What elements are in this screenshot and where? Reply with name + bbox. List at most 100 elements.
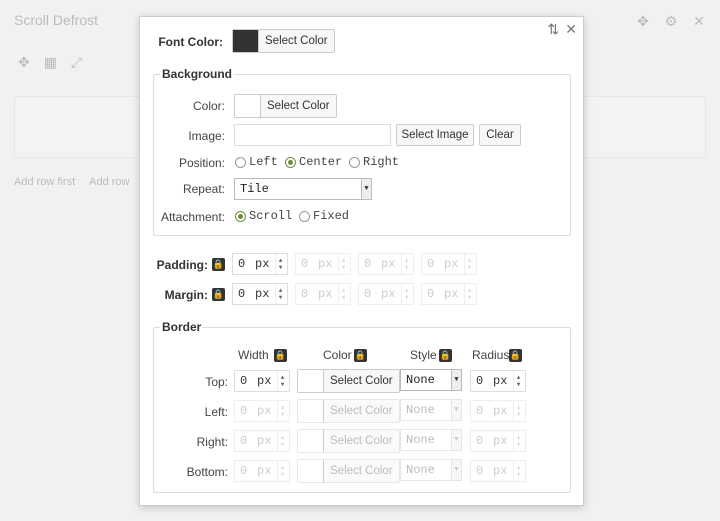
background-group: Background Color: Select Color Image: Se… [153,67,571,236]
font-color-button[interactable]: Select Color [232,29,335,53]
border-bottom-width-value: 0 [240,464,248,478]
spinner-icon[interactable]: ▲ ▼ [275,254,285,274]
spinner-icon[interactable]: ▲ ▼ [513,371,523,391]
bg-position-label: Position: [178,156,225,170]
border-width-header: Width [238,348,269,362]
font-color-swatch [233,30,259,52]
border-radius-header: Radius [472,348,510,362]
border-right-width-field: 0 px ▲ ▼ [234,430,290,452]
margin-top-field[interactable]: 0 px ▲ ▼ [232,283,288,305]
bg-color-label: Color: [192,99,225,113]
margin-bottom-field: 0 px ▲ ▼ [358,283,414,305]
border-unit: px [257,434,272,448]
expand-tool-icon: ⤢ [70,54,83,70]
margin-bottom-value: 0 [364,287,372,301]
border-right-style-value: None [406,433,435,447]
padding-top-value: 0 [238,257,246,271]
border-top-style-select[interactable]: None ▼ [400,369,462,391]
border-bottom-color-swatch [298,460,324,482]
position-center-label: Center [299,155,343,169]
spinner-icon: ▲ ▼ [464,284,474,304]
padding-label: Padding: [156,258,208,272]
dropdown-arrow-icon: ▼ [451,460,461,480]
position-right-radio[interactable]: Right [349,155,399,169]
select-image-button[interactable]: Select Image [396,124,474,146]
margin-unit: px [444,287,459,301]
dropdown-arrow-icon: ▼ [361,179,371,199]
position-center-radio[interactable]: Center [285,155,342,169]
radio-fixed-dot [299,210,310,222]
close-icon: ✕ [693,13,705,29]
position-left-radio[interactable]: Left [235,155,278,169]
bg-image-label: Image: [188,129,225,143]
padding-right-value: 0 [301,257,309,271]
padding-unit: px [381,257,396,271]
bg-attachment-label: Attachment: [160,210,225,224]
border-bottom-style-value: None [406,463,435,477]
bg-image-input[interactable] [234,124,391,146]
border-top-color-button[interactable]: Select Color [297,369,400,393]
background-toolbar: ✥ ⚙ ✕ [632,10,710,32]
background-page-title: Scroll Defrost [14,12,99,28]
margin-label: Margin: [164,288,208,302]
background-tools: ✥ ▦ ⤢ [18,54,82,71]
border-bottom-style-select: None ▼ [400,459,462,481]
border-top-width-field[interactable]: 0 px ▲ ▼ [234,370,290,392]
border-bottom-color-button: Select Color [297,459,400,483]
spinner-icon: ▲ ▼ [513,401,523,421]
padding-left-field: 0 px ▲ ▼ [421,253,477,275]
padding-lock-icon[interactable]: 🔒 [212,258,225,271]
spinner-icon[interactable]: ▲ ▼ [275,284,285,304]
font-color-row: Font Color: Select Color [140,29,583,55]
margin-right-field: 0 px ▲ ▼ [295,283,351,305]
bg-color-button-label: Select Color [267,100,330,112]
margin-top-value: 0 [238,287,246,301]
border-left-style-select: None ▼ [400,399,462,421]
bg-repeat-value: Tile [240,182,269,196]
border-left-color-label: Select Color [330,405,393,417]
spinner-icon: ▲ ▼ [401,284,411,304]
border-unit: px [257,374,272,388]
bg-repeat-select[interactable]: Tile ▼ [234,178,372,200]
dropdown-arrow-icon: ▼ [451,430,461,450]
background-link: Add row [89,176,130,188]
margin-left-value: 0 [427,287,435,301]
border-top-color-swatch [298,370,324,392]
spinner-icon[interactable]: ▲ ▼ [277,371,287,391]
border-group: Border Width 🔒 Color 🔒 Style 🔒 Radius 🔒 … [153,320,571,493]
margin-lock-icon[interactable]: 🔒 [212,288,225,301]
border-right-color-label: Select Color [330,435,393,447]
bg-color-button[interactable]: Select Color [234,94,337,118]
border-style-lock-icon[interactable]: 🔒 [439,349,452,362]
padding-top-field[interactable]: 0 px ▲ ▼ [232,253,288,275]
border-bottom-radius-value: 0 [476,464,484,478]
grid-tool-icon: ▦ [43,54,57,70]
border-bottom-width-field: 0 px ▲ ▼ [234,460,290,482]
margin-right-value: 0 [301,287,309,301]
margin-unit: px [381,287,396,301]
attachment-scroll-radio[interactable]: Scroll [235,209,292,223]
spinner-icon: ▲ ▼ [277,431,287,451]
border-top-width-value: 0 [240,374,248,388]
border-width-lock-icon[interactable]: 🔒 [274,349,287,362]
padding-unit: px [318,257,333,271]
border-right-style-select: None ▼ [400,429,462,451]
border-left-radius-field: 0 px ▲ ▼ [470,400,526,422]
dropdown-arrow-icon: ▼ [451,400,461,420]
border-bottom-label: Bottom: [186,465,228,479]
clear-image-button[interactable]: Clear [479,124,521,146]
border-unit: px [493,464,508,478]
font-color-label: Font Color: [158,35,223,49]
spinner-icon: ▲ ▼ [401,254,411,274]
position-left-label: Left [249,155,278,169]
border-left-radius-value: 0 [476,404,484,418]
border-color-lock-icon[interactable]: 🔒 [354,349,367,362]
radio-right-dot [349,156,360,168]
border-radius-lock-icon[interactable]: 🔒 [509,349,522,362]
border-top-radius-value: 0 [476,374,484,388]
attachment-fixed-radio[interactable]: Fixed [299,209,349,223]
border-top-radius-field[interactable]: 0 px ▲ ▼ [470,370,526,392]
spinner-icon: ▲ ▼ [277,461,287,481]
border-right-radius-value: 0 [476,434,484,448]
border-unit: px [257,404,272,418]
